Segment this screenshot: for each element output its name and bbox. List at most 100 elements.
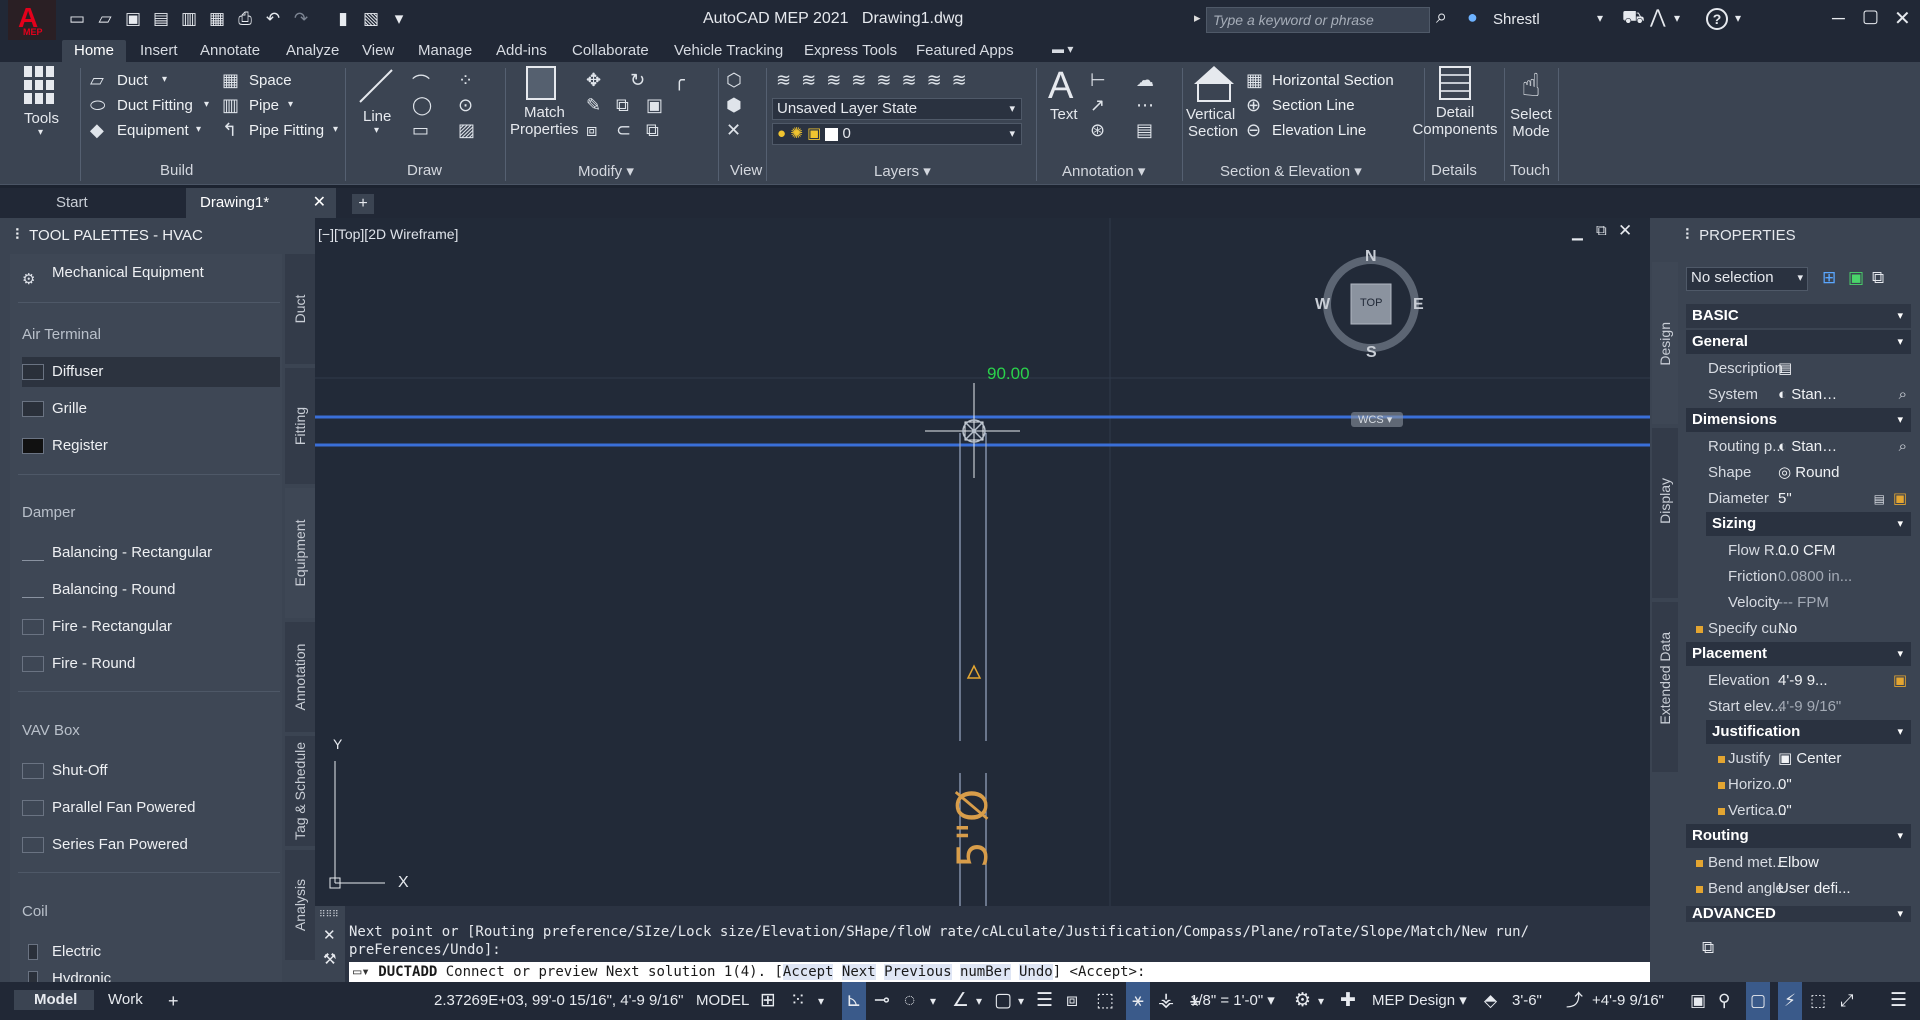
scale-icon[interactable]: ⧉ — [646, 120, 659, 141]
dimension-icon[interactable]: ⊢ — [1090, 70, 1106, 91]
redo-icon[interactable]: ↷ — [290, 8, 312, 30]
annotation-visibility-icon[interactable]: ⚹ — [1126, 982, 1150, 1020]
palette-balancing-round[interactable]: Balancing - Round — [22, 575, 280, 605]
palette-electric[interactable]: Electric — [22, 937, 280, 967]
settings-gear-icon[interactable]: ⚙ — [1294, 982, 1311, 1020]
detail-components-button[interactable]: Detail Components — [1410, 66, 1500, 146]
user-icon[interactable]: ● — [1467, 7, 1485, 29]
workspace-select[interactable]: MEP Design ▾ — [1372, 982, 1467, 1020]
copy-icon[interactable]: ⧉ — [616, 95, 629, 116]
polar-tracking-icon[interactable]: ◌ — [904, 982, 915, 1020]
option-previous[interactable]: Previous — [884, 964, 952, 980]
prop-specify[interactable]: Specify cu... No — [1686, 616, 1911, 642]
tab-addins[interactable]: Add-ins — [496, 42, 547, 59]
layer-lock-icon[interactable]: ≋ — [876, 70, 891, 91]
duct-fitting-dropdown-icon[interactable]: ▾ — [204, 99, 209, 110]
prop-bend-angle[interactable]: Bend angle User defi... — [1686, 876, 1911, 902]
fullscreen-icon[interactable]: ⤢ — [1840, 982, 1854, 1020]
prop-shape[interactable]: Shape ◎ Round — [1686, 460, 1911, 486]
prop-section-dimensions[interactable]: Dimensions ▾ — [1686, 408, 1911, 432]
doc-tab-start[interactable]: Start — [34, 188, 184, 218]
layer-freeze-icon[interactable]: ≋ — [851, 70, 866, 91]
drawing-viewport[interactable]: [−][Top][2D Wireframe] ▁ ⧉ ✕ 90.00 5"Ø Y… — [315, 218, 1650, 906]
open-icon[interactable]: ▱ — [94, 8, 116, 30]
linetype-icon[interactable]: ⋯ — [1136, 95, 1154, 116]
description-edit-icon[interactable]: ▤ — [1778, 356, 1792, 382]
compass-north[interactable]: N — [1365, 248, 1377, 266]
autodesk-dropdown-icon[interactable]: ▾ — [1674, 11, 1680, 25]
equipment-dropdown-icon[interactable]: ▾ — [196, 124, 201, 135]
duct-dropdown-icon[interactable]: ▾ — [162, 74, 167, 85]
elevation-lock-icon[interactable]: ▣ — [1893, 668, 1907, 694]
quick-properties-icon[interactable]: ⚡ — [1778, 982, 1802, 1020]
move-icon[interactable]: ✥ — [586, 70, 601, 91]
space-button[interactable]: Space — [249, 72, 292, 89]
command-customize-icon[interactable]: ⚒ — [323, 950, 336, 968]
table-icon[interactable]: ▤ — [1136, 120, 1153, 141]
routing-browse-icon[interactable]: ⌕ — [1899, 434, 1907, 460]
palette-tab-fitting[interactable]: Fitting — [285, 368, 315, 484]
search-icon[interactable]: ⌕ — [1436, 6, 1447, 29]
option-accept[interactable]: Accept — [782, 964, 834, 980]
share-icon[interactable]: ▧ — [360, 8, 382, 30]
palette-balancing-rectangular[interactable]: Balancing - Rectangular — [22, 538, 280, 568]
polar-icon[interactable]: ⊸ — [874, 982, 890, 1020]
cut-plane-height[interactable]: 3'-6" — [1512, 982, 1542, 1020]
pipe-button[interactable]: Pipe — [249, 97, 279, 114]
palette-tab-tag-schedule[interactable]: Tag & Schedule — [285, 736, 315, 846]
elevation-line-button[interactable]: Elevation Line — [1272, 122, 1366, 139]
prop-routing-preference[interactable]: Routing p... ◐ Stan… ⌕ — [1686, 434, 1911, 460]
palette-mechanical-equipment[interactable]: ⚙ Mechanical Equipment — [22, 258, 280, 288]
layer-isolate-icon[interactable]: ≋ — [826, 70, 841, 91]
help-dropdown-icon[interactable]: ▾ — [1735, 11, 1741, 25]
hatch-icon[interactable]: ▨ — [458, 120, 475, 141]
prop-start-elevation[interactable]: Start elev... 4'-9 9/16" — [1686, 694, 1911, 720]
horizontal-section-button[interactable]: Horizontal Section — [1272, 72, 1394, 89]
text-button[interactable]: A Text — [1044, 66, 1084, 146]
publish-icon[interactable]: ▥ — [178, 8, 200, 30]
selection-select[interactable]: No selection ▾ — [1686, 267, 1808, 291]
prop-section-general[interactable]: General ▾ — [1686, 330, 1911, 354]
prop-section-justification[interactable]: Justification ▾ — [1706, 720, 1911, 744]
palette-tab-analysis[interactable]: Analysis — [285, 850, 315, 960]
cart-icon[interactable]: ⛟ — [1622, 7, 1645, 31]
prop-section-sizing[interactable]: Sizing ▾ — [1706, 512, 1911, 536]
layer-merge-icon[interactable]: ≋ — [952, 70, 967, 91]
palette-tab-equipment[interactable]: Equipment — [285, 488, 315, 618]
save-as-icon[interactable]: ▤ — [150, 8, 172, 30]
tab-vehicle-tracking[interactable]: Vehicle Tracking — [674, 42, 783, 59]
command-line-grip[interactable]: ⠿⠿⠿ ✕ ⚒ — [315, 906, 345, 982]
palette-diffuser[interactable]: Diffuser — [22, 357, 280, 387]
prop-description[interactable]: Description ▤ — [1686, 356, 1911, 382]
grid-icon[interactable]: ⊞ — [760, 982, 776, 1020]
revcloud-icon[interactable]: ☁ — [1136, 70, 1154, 91]
arc-icon[interactable]: ⁘ — [458, 70, 473, 91]
pickadd-icon[interactable]: ⧉ — [1872, 268, 1884, 288]
undo-icon[interactable]: ↶ — [262, 8, 284, 30]
erase-icon[interactable]: ✎ — [586, 95, 601, 116]
tab-express-tools[interactable]: Express Tools — [804, 42, 897, 59]
hardware-accel-icon[interactable]: ▣ — [1690, 982, 1706, 1020]
new-tab-icon[interactable]: + — [352, 194, 374, 214]
prop-diameter[interactable]: Diameter 5" ▤ ▣ — [1686, 486, 1911, 512]
export-icon[interactable]: ▦ — [206, 8, 228, 30]
polar-dropdown-icon[interactable]: ▾ — [930, 982, 936, 1020]
model-space-toggle[interactable]: MODEL — [696, 982, 749, 1020]
tab-manage[interactable]: Manage — [418, 42, 472, 59]
user-name[interactable]: Shrestl — [1493, 11, 1540, 28]
selection-cycling-icon[interactable]: ⬚ — [1096, 982, 1114, 1020]
save-icon[interactable]: ▣ — [122, 8, 144, 30]
osnap-icon[interactable]: ▢ — [994, 982, 1012, 1020]
palette-shut-off[interactable]: Shut-Off — [22, 756, 280, 786]
prop-section-placement[interactable]: Placement ▾ — [1686, 642, 1911, 666]
compass-east[interactable]: E — [1413, 296, 1424, 314]
pipe-dropdown-icon[interactable]: ▾ — [288, 99, 293, 110]
prop-justify[interactable]: Justify ▣ Center — [1686, 746, 1911, 772]
command-input[interactable]: ▭▾ DUCTADD Connect or preview Next solut… — [349, 962, 1650, 982]
quick-select-icon[interactable]: ▣ — [1848, 268, 1864, 288]
snap-icon[interactable]: ⁙ — [790, 982, 806, 1020]
palette-fire-round[interactable]: Fire - Round — [22, 649, 280, 679]
transparency-icon[interactable]: ⧈ — [1066, 982, 1078, 1020]
ortho-icon[interactable]: ⊾ — [842, 982, 866, 1020]
layer-select[interactable]: ● ✺ ▣ 0 ▾ — [772, 123, 1022, 145]
